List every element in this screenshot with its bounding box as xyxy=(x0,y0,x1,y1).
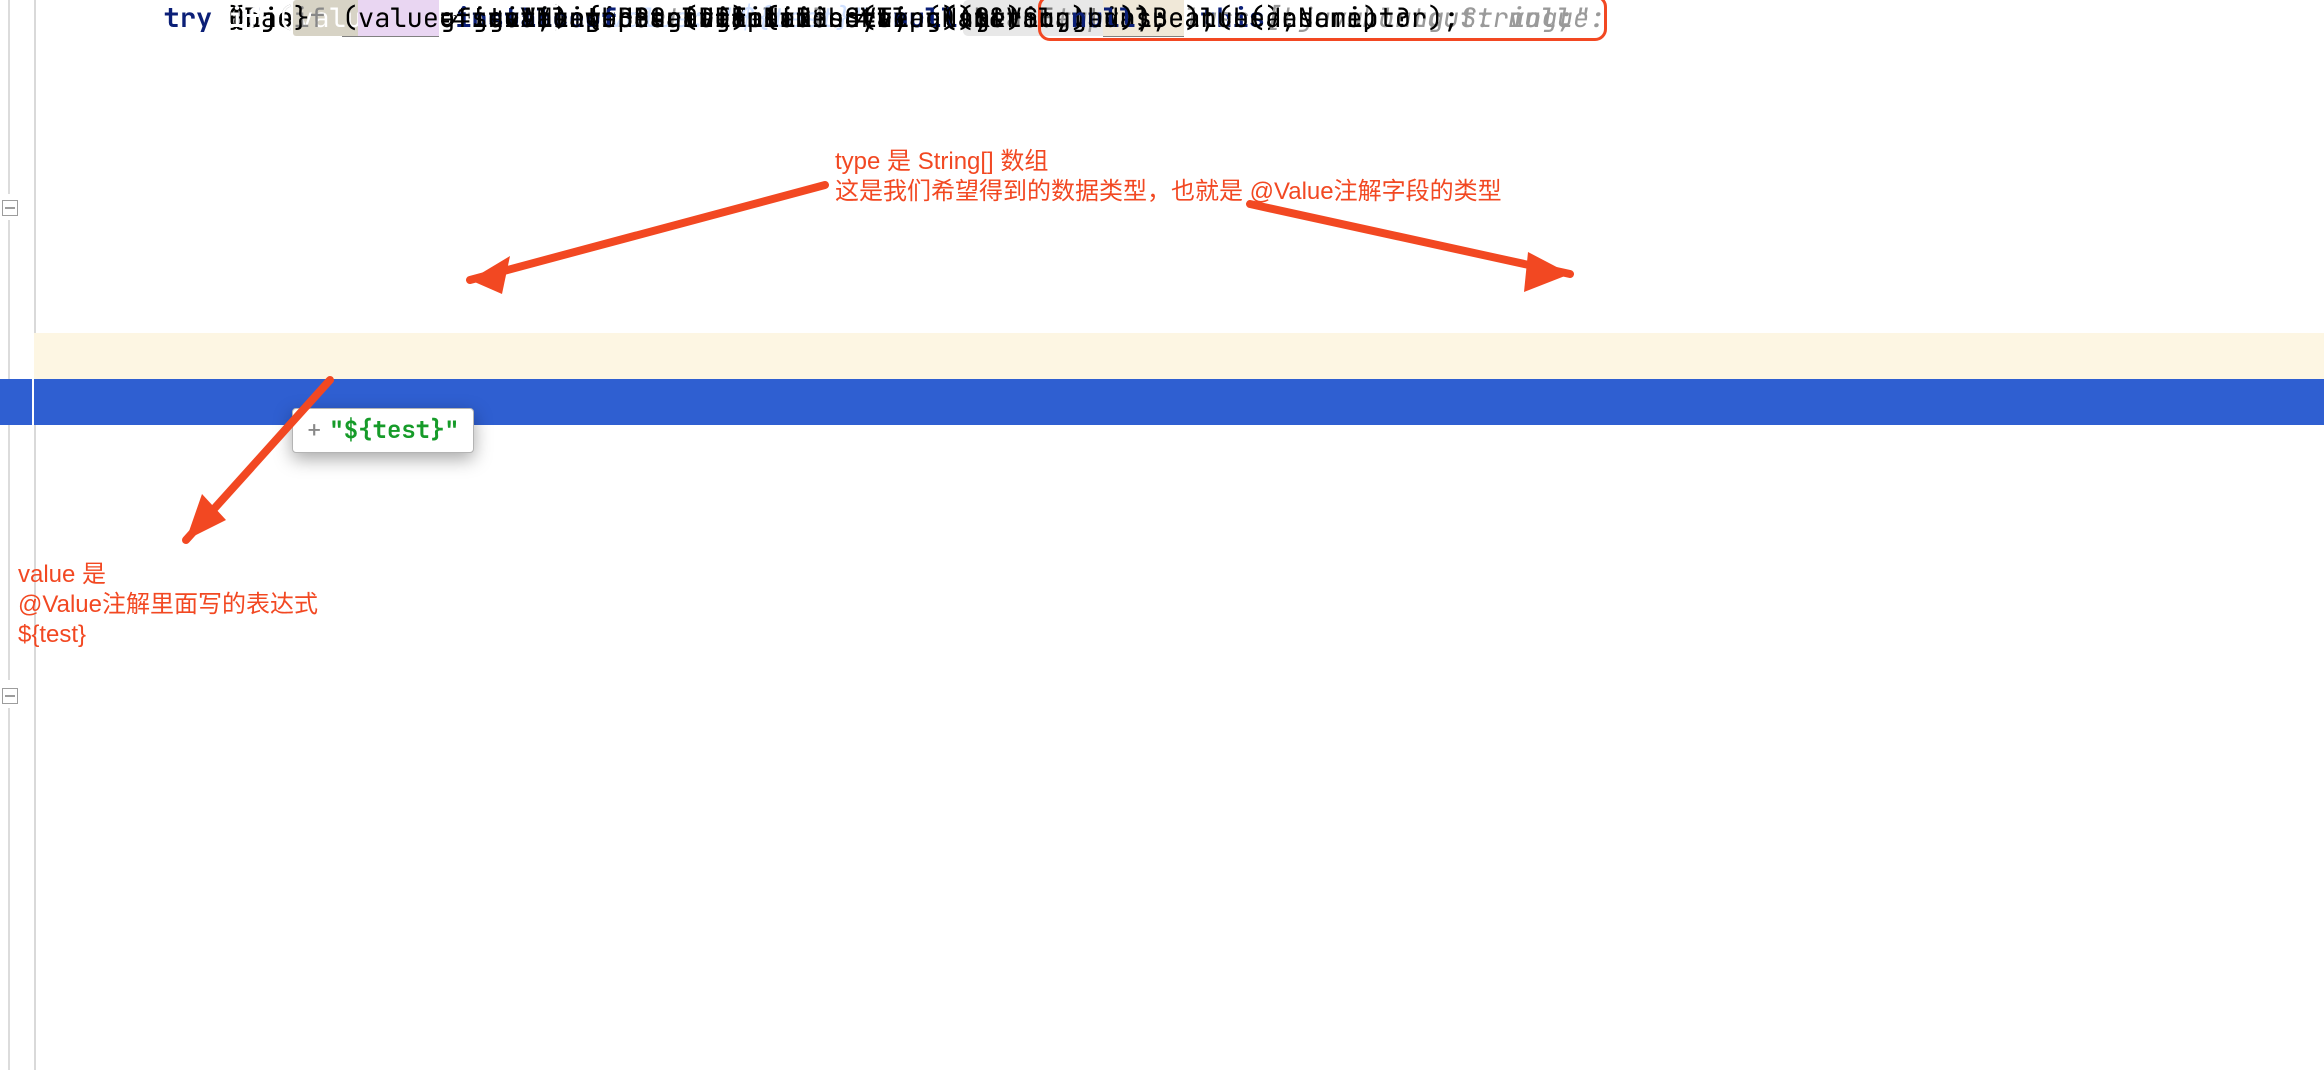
breakpoint-row-marker[interactable] xyxy=(0,379,32,425)
fold-guide xyxy=(8,708,10,1070)
popup-value: "${test}" xyxy=(329,415,459,446)
annotation-type1: type 是 String[] 数组 xyxy=(835,146,1048,178)
editor-stage: try { Object shortcut = descriptor.resol… xyxy=(0,0,2324,1070)
debug-value-popup[interactable]: + "${test}" xyxy=(292,408,474,453)
fold-guide xyxy=(8,0,10,194)
annotation-value1: value 是 xyxy=(18,559,106,591)
annotation-value2: @Value注解里面写的表达式 xyxy=(18,589,318,621)
code-line[interactable]: } xyxy=(34,0,2324,46)
fold-guide xyxy=(8,220,10,680)
fold-handle[interactable] xyxy=(2,688,18,704)
expand-icon[interactable]: + xyxy=(307,415,321,446)
row-highlight-modified xyxy=(34,333,2324,379)
annotation-type2: 这是我们希望得到的数据类型，也就是 @Value注解字段的类型 xyxy=(835,176,1502,208)
annotation-value3: ${test} xyxy=(18,619,86,651)
gutter-area xyxy=(0,0,36,1070)
annotation-arrows xyxy=(0,0,2324,1070)
fold-handle[interactable] xyxy=(2,200,18,216)
